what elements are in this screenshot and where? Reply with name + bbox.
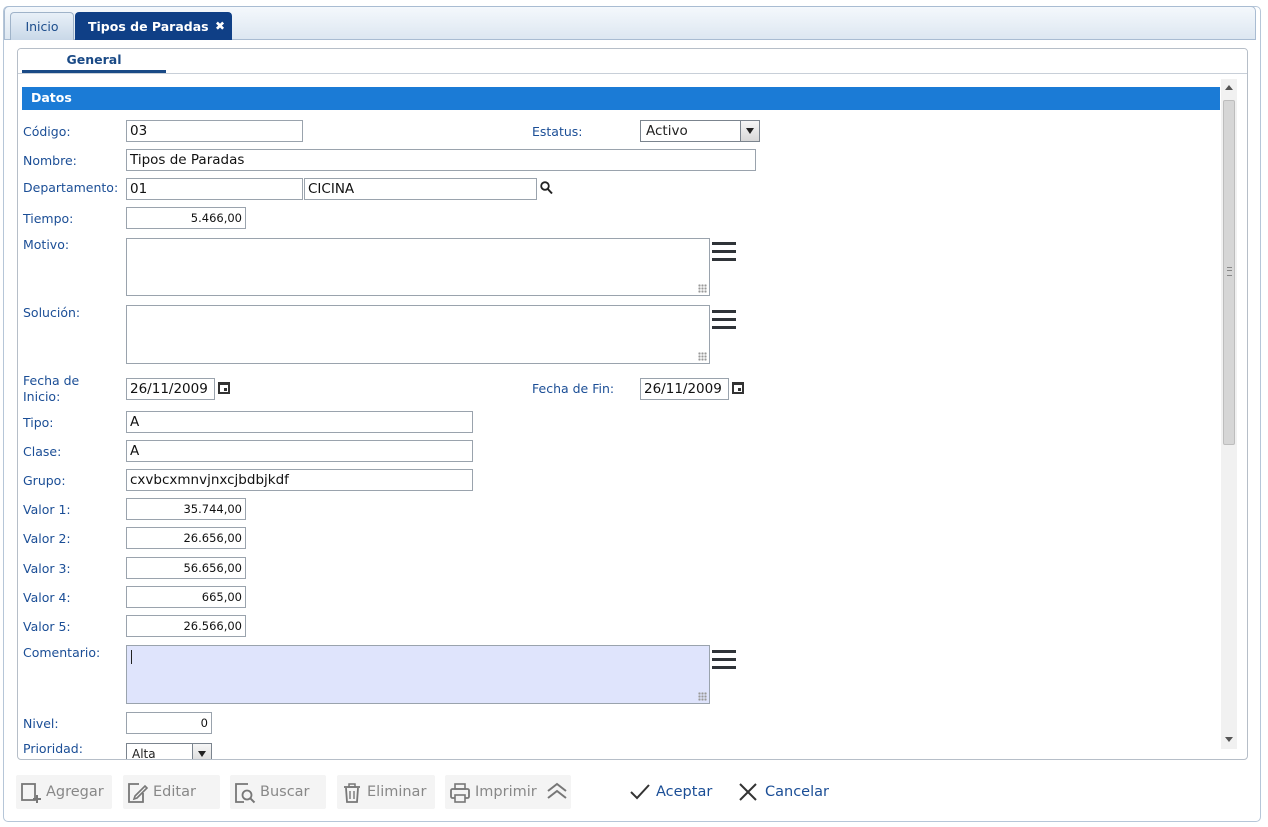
valor3-label: Valor 3: [23,561,71,576]
section-header-datos: Datos [22,87,1220,110]
tab-tipos-de-paradas[interactable]: Tipos de Paradas ✖ [75,12,232,40]
scrollbar-thumb[interactable] [1223,100,1235,445]
tipo-input[interactable]: A [126,411,473,433]
motivo-label: Motivo: [23,237,70,252]
solucion-label: Solución: [23,305,81,320]
nivel-input[interactable]: 0 [126,712,212,734]
comentario-label: Comentario: [23,645,101,660]
imprimir-label: Imprimir [475,784,537,800]
clase-input[interactable]: A [126,440,473,462]
estatus-select[interactable]: Activo [640,120,760,142]
search-doc-icon [235,783,256,804]
codigo-label: Código: [23,124,71,139]
comentario-textarea[interactable] [126,645,710,704]
valor5-label: Valor 5: [23,619,71,634]
buscar-label: Buscar [260,784,310,800]
cancelar-label: Cancelar [765,784,829,800]
buscar-button[interactable]: Buscar [230,775,326,809]
nombre-input[interactable]: Tipos de Paradas [126,149,756,171]
resize-grip-icon[interactable] [698,352,707,361]
menu-icon[interactable] [712,242,736,261]
tiempo-label: Tiempo: [23,211,74,226]
valor3-input[interactable]: 56.656,00 [126,557,246,579]
valor2-label: Valor 2: [23,531,71,546]
tab-general[interactable]: General [22,49,166,73]
text-caret [131,650,132,664]
calendar-icon[interactable] [732,382,744,394]
nombre-label: Nombre: [23,153,77,168]
tab-inicio-label: Inicio [25,19,59,34]
subtab-bar: General [18,49,1247,74]
agregar-label: Agregar [46,784,104,800]
eliminar-label: Eliminar [367,784,427,800]
add-icon [21,783,41,803]
fecha-fin-label: Fecha de Fin: [532,381,615,396]
tab-inicio[interactable]: Inicio [10,12,74,40]
valor2-input[interactable]: 26.656,00 [126,527,246,549]
solucion-textarea[interactable] [126,305,710,364]
valor1-label: Valor 1: [23,502,71,517]
imprimir-button[interactable]: Imprimir [445,775,571,809]
resize-grip-icon[interactable] [698,692,707,701]
tipo-label: Tipo: [23,415,54,430]
chevron-down-icon[interactable] [740,121,759,141]
aceptar-button[interactable]: Aceptar [630,775,720,809]
editar-button[interactable]: Editar [123,775,220,809]
fecha-inicio-label-line2: Inicio: [23,389,61,404]
tiempo-input[interactable]: 5.466,00 [126,207,246,229]
chevron-down-icon[interactable] [192,744,211,759]
departamento-label: Departamento: [23,180,119,195]
aceptar-label: Aceptar [656,784,713,800]
scroll-up-icon[interactable] [1225,85,1233,90]
fecha-inicio-input[interactable]: 26/11/2009 [126,378,215,400]
search-icon[interactable] [540,181,553,195]
motivo-textarea[interactable] [126,238,710,296]
trash-icon [344,783,360,803]
editar-label: Editar [153,784,196,800]
grupo-label: Grupo: [23,473,66,488]
fecha-fin-input[interactable]: 26/11/2009 [640,378,729,400]
scroll-down-icon[interactable] [1225,737,1233,742]
eliminar-button[interactable]: Eliminar [337,775,435,809]
x-icon [739,783,757,801]
vertical-scrollbar[interactable] [1221,79,1237,749]
departamento-nombre-input[interactable]: CICINA [304,178,537,200]
grupo-input[interactable]: cxvbcxmnvjnxcjbdbjkdf [126,469,473,491]
fecha-inicio-label-line1: Fecha de [23,373,80,388]
tab-active-label: Tipos de Paradas [88,19,209,34]
printer-icon [450,783,470,803]
check-icon [630,784,650,800]
clase-label: Clase: [23,444,62,459]
tab-bar: Inicio Tipos de Paradas ✖ [4,6,1256,40]
menu-icon[interactable] [712,650,736,669]
estatus-label: Estatus: [532,124,583,139]
valor5-input[interactable]: 26.566,00 [126,615,246,637]
nivel-label: Nivel: [23,716,59,731]
cancelar-button[interactable]: Cancelar [739,775,834,809]
valor4-input[interactable]: 665,00 [126,586,246,608]
calendar-icon[interactable] [218,382,230,394]
resize-grip-icon[interactable] [698,284,707,293]
chevron-up-icon[interactable] [546,781,568,803]
estatus-value: Activo [646,123,688,139]
edit-icon [128,783,149,803]
menu-icon[interactable] [712,310,736,329]
form-panel: General Datos Código: 03 Estatus: Activo… [17,48,1248,760]
valor4-label: Valor 4: [23,590,71,605]
close-icon[interactable]: ✖ [215,13,225,40]
prioridad-value: Alta [132,747,156,760]
prioridad-select[interactable]: Alta [126,743,212,760]
agregar-button[interactable]: Agregar [16,775,112,809]
valor1-input[interactable]: 35.744,00 [126,498,246,520]
departamento-codigo-input[interactable]: 01 [126,178,303,200]
prioridad-label: Prioridad: [23,741,83,756]
codigo-input[interactable]: 03 [126,120,303,142]
